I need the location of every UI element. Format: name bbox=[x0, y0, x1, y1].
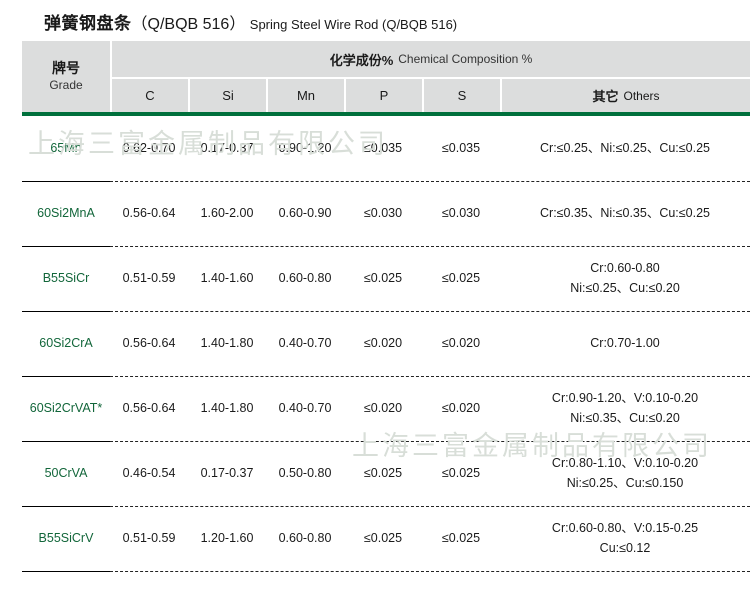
cell-si: 1.60-2.00 bbox=[200, 205, 254, 220]
cell-grade: 60Si2CrVAT* bbox=[29, 400, 103, 415]
cell-mn: 0.40-0.70 bbox=[278, 335, 332, 350]
cell-p: ≤0.020 bbox=[363, 335, 403, 350]
cell-others-line: Ni:≤0.35、Cu:≤0.20 bbox=[570, 410, 680, 425]
cell-si: 1.40-1.80 bbox=[200, 400, 254, 415]
header-cell-others: 其它 Others bbox=[500, 79, 750, 112]
cell-grade: 65Mn bbox=[50, 140, 82, 155]
cell-others-line: Cr:0.80-1.10、V:0.10-0.20 bbox=[551, 456, 699, 471]
header-others-english: Others bbox=[623, 88, 660, 103]
cell-p: ≤0.025 bbox=[363, 270, 403, 285]
cell-others-line: Cr:0.60-0.80、V:0.15-0.25 bbox=[551, 521, 699, 536]
cell-c: 0.56-0.64 bbox=[122, 335, 176, 350]
cell-others: Cr:0.60-0.80 Ni:≤0.25、Cu:≤0.20 bbox=[500, 259, 750, 298]
spec-table: 牌号 Grade 化学成份% Chemical Composition % C … bbox=[22, 41, 750, 573]
table-row: 60Si2MnA 0.56-0.64 1.60-2.00 0.60-0.90 ≤0.03… bbox=[22, 181, 750, 246]
cell-others-line: Cr:≤0.35、Ni:≤0.35、Cu:≤0.25 bbox=[540, 205, 710, 220]
cell-s: ≤0.020 bbox=[441, 335, 481, 350]
cell-si: 0.17-0.37 bbox=[200, 140, 254, 155]
header-cell-si: Si bbox=[188, 79, 266, 112]
cell-grade: B55SiCrV bbox=[38, 530, 94, 545]
cell-p: ≤0.035 bbox=[363, 140, 403, 155]
table-row: B55SiCrV 0.51-0.59 1.20-1.60 0.60-0.80 ≤0.02… bbox=[22, 506, 750, 571]
cell-mn: 0.50-0.80 bbox=[278, 465, 332, 480]
cell-s: ≤0.025 bbox=[441, 530, 481, 545]
cell-others-line: Cr:0.90-1.20、V:0.10-0.20 bbox=[551, 391, 699, 406]
header-group-english: Chemical Composition % bbox=[398, 52, 533, 66]
cell-others-line: Cr:0.70-1.00 bbox=[590, 335, 660, 350]
cell-c: 0.51-0.59 bbox=[122, 530, 176, 545]
cell-p: ≤0.020 bbox=[363, 400, 403, 415]
cell-c: 0.51-0.59 bbox=[122, 270, 176, 285]
cell-s: ≤0.020 bbox=[441, 400, 481, 415]
header-cell-c: C bbox=[110, 79, 188, 112]
header-cell-p: P bbox=[344, 79, 422, 112]
cell-others-line: Ni:≤0.25、Cu:≤0.20 bbox=[570, 280, 680, 295]
cell-mn: 0.90-1.20 bbox=[278, 140, 332, 155]
cell-others: Cr:0.60-0.80、V:0.15-0.25 Cu:≤0.12 bbox=[500, 519, 750, 558]
cell-others-line: Cr:≤0.25、Ni:≤0.25、Cu:≤0.25 bbox=[540, 140, 710, 155]
cell-others: Cr:≤0.25、Ni:≤0.25、Cu:≤0.25 bbox=[500, 139, 750, 158]
cell-s: ≤0.025 bbox=[441, 465, 481, 480]
cell-others: Cr:0.90-1.20、V:0.10-0.20 Ni:≤0.35、Cu:≤0.2… bbox=[500, 389, 750, 428]
page-title-standard: （Q/BQB 516） bbox=[131, 16, 246, 33]
page-title: 弹簧钢盘条（Q/BQB 516） Spring Steel Wire Rod (… bbox=[44, 9, 457, 34]
cell-c: 0.56-0.64 bbox=[122, 205, 176, 220]
cell-s: ≤0.025 bbox=[441, 270, 481, 285]
cell-p: ≤0.030 bbox=[363, 205, 403, 220]
cell-si: 0.17-0.37 bbox=[200, 465, 254, 480]
cell-others: Cr:≤0.35、Ni:≤0.35、Cu:≤0.25 bbox=[500, 204, 750, 223]
cell-p: ≤0.025 bbox=[363, 465, 403, 480]
cell-mn: 0.60-0.80 bbox=[278, 270, 332, 285]
cell-mn: 0.40-0.70 bbox=[278, 400, 332, 415]
page-title-english: Spring Steel Wire Rod (Q/BQB 516) bbox=[249, 17, 458, 32]
header-group-chinese: 化学成份% bbox=[329, 52, 394, 68]
cell-p: ≤0.025 bbox=[363, 530, 403, 545]
header-cell-s: S bbox=[422, 79, 500, 112]
cell-grade: B55SiCr bbox=[42, 270, 90, 285]
header-subrow: C Si Mn P S 其它 Others bbox=[110, 77, 750, 112]
cell-si: 1.40-1.80 bbox=[200, 335, 254, 350]
table-row: 50CrVA 0.46-0.54 0.17-0.37 0.50-0.80 ≤0.025 ≤… bbox=[22, 441, 750, 506]
cell-si: 1.20-1.60 bbox=[200, 530, 254, 545]
cell-si: 1.40-1.60 bbox=[200, 270, 254, 285]
table-row: 60Si2CrA 0.56-0.64 1.40-1.80 0.40-0.70 ≤0.02… bbox=[22, 311, 750, 376]
cell-grade: 60Si2MnA bbox=[37, 205, 95, 220]
cell-others-line: Ni:≤0.25、Cu:≤0.150 bbox=[566, 475, 684, 490]
header-grade-english: Grade bbox=[49, 77, 83, 92]
cell-grade: 50CrVA bbox=[44, 465, 88, 480]
cell-c: 0.46-0.54 bbox=[122, 465, 176, 480]
header-grade-chinese: 牌号 bbox=[52, 60, 80, 77]
header-group-chemical-composition: 化学成份% Chemical Composition % bbox=[110, 41, 750, 77]
header-cell-grade: 牌号 Grade bbox=[22, 41, 110, 112]
cell-others: Cr:0.80-1.10、V:0.10-0.20 Ni:≤0.25、Cu:≤0.1… bbox=[500, 454, 750, 493]
header-cell-mn: Mn bbox=[266, 79, 344, 112]
cell-c: 0.62-0.70 bbox=[122, 140, 176, 155]
table-row: 65Mn 0.62-0.70 0.17-0.37 0.90-1.20 ≤0.035 ≤0.… bbox=[22, 116, 750, 181]
table-row: B55SiCr 0.51-0.59 1.40-1.60 0.60-0.80 ≤0.025… bbox=[22, 246, 750, 311]
cell-mn: 0.60-0.90 bbox=[278, 205, 332, 220]
cell-s: ≤0.035 bbox=[441, 140, 481, 155]
cell-others-line: Cu:≤0.12 bbox=[599, 540, 651, 555]
page-title-chinese: 弹簧钢盘条 bbox=[44, 14, 132, 33]
table-body: 65Mn 0.62-0.70 0.17-0.37 0.90-1.20 ≤0.035 ≤0.… bbox=[22, 116, 750, 572]
cell-others: Cr:0.70-1.00 bbox=[500, 334, 750, 353]
cell-s: ≤0.030 bbox=[441, 205, 481, 220]
cell-others-line: Cr:0.60-0.80 bbox=[590, 261, 660, 276]
cell-grade: 60Si2CrA bbox=[39, 335, 93, 350]
header-others-chinese: 其它 bbox=[592, 89, 619, 104]
cell-mn: 0.60-0.80 bbox=[278, 530, 332, 545]
table-row: 60Si2CrVAT* 0.56-0.64 1.40-1.80 0.40-0.70 ≤0… bbox=[22, 376, 750, 441]
table-header: 牌号 Grade 化学成份% Chemical Composition % C … bbox=[22, 41, 750, 116]
cell-c: 0.56-0.64 bbox=[122, 400, 176, 415]
